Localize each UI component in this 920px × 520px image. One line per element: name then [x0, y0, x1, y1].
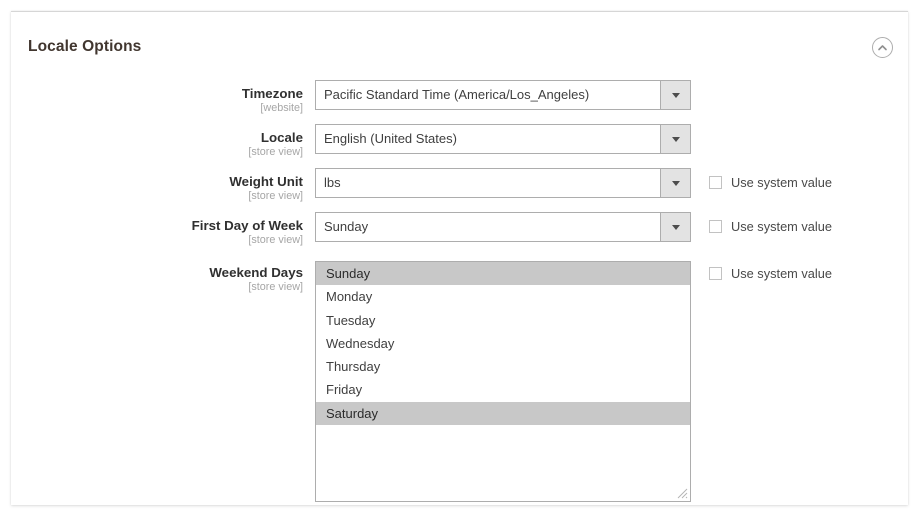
list-item[interactable]: Tuesday: [316, 309, 690, 332]
field-label-scope: [website]: [260, 102, 303, 114]
page-title: Locale Options: [28, 38, 142, 55]
chevron-down-icon[interactable]: [660, 81, 690, 109]
locale-options-panel: Locale Options Timezone [website] Pacifi…: [11, 11, 908, 505]
list-item[interactable]: Sunday: [316, 262, 690, 286]
locale-select-value: English (United States): [324, 131, 457, 146]
field-label-locale: Locale [store view]: [11, 130, 303, 159]
weekend-days-listbox[interactable]: Sunday Monday Tuesday Wednesday Thursday Frid…: [315, 261, 691, 502]
field-label-scope: [store view]: [248, 190, 303, 202]
field-label-text: Weight Unit: [229, 174, 303, 189]
field-label-text: Timezone: [241, 86, 303, 101]
chevron-down-icon[interactable]: [660, 213, 690, 241]
first-day-of-week-select[interactable]: Sunday: [315, 212, 691, 242]
list-item[interactable]: Thursday: [316, 355, 690, 378]
use-system-value-label: Use system value: [731, 175, 832, 190]
field-label-text: First Day of Week: [191, 218, 303, 233]
checkbox[interactable]: [709, 267, 722, 280]
list-item[interactable]: Friday: [316, 378, 690, 401]
panel-header: Locale Options: [11, 12, 908, 64]
field-label-timezone: Timezone [website]: [11, 86, 303, 115]
field-label-first-day-of-week: First Day of Week [store view]: [11, 218, 303, 247]
field-label-scope: [store view]: [248, 234, 303, 246]
field-label-text: Locale: [260, 130, 303, 145]
list-item[interactable]: Saturday: [316, 401, 690, 426]
locale-select[interactable]: English (United States): [315, 124, 691, 154]
use-system-value-label: Use system value: [731, 266, 832, 281]
chevron-down-icon[interactable]: [660, 169, 690, 197]
use-system-value-label: Use system value: [731, 219, 832, 234]
timezone-select-value: Pacific Standard Time (America/Los_Angel…: [324, 87, 590, 102]
timezone-select[interactable]: Pacific Standard Time (America/Los_Angel…: [315, 80, 691, 110]
first-day-of-week-select-value: Sunday: [324, 219, 369, 234]
chevron-up-circle-icon[interactable]: [872, 37, 893, 58]
field-label-scope: [store view]: [248, 146, 303, 158]
field-label-scope: [store view]: [248, 281, 303, 293]
field-label-weight-unit: Weight Unit [store view]: [11, 174, 303, 203]
resize-grip-icon[interactable]: [677, 488, 688, 499]
checkbox[interactable]: [709, 220, 722, 233]
weight-unit-select-value: lbs: [324, 175, 341, 190]
chevron-down-icon[interactable]: [660, 125, 690, 153]
list-item[interactable]: Monday: [316, 285, 690, 308]
field-label-text: Weekend Days: [209, 265, 303, 280]
field-label-weekend-days: Weekend Days [store view]: [11, 265, 303, 294]
checkbox[interactable]: [709, 176, 722, 189]
weight-unit-select[interactable]: lbs: [315, 168, 691, 198]
list-item[interactable]: Wednesday: [316, 332, 690, 355]
